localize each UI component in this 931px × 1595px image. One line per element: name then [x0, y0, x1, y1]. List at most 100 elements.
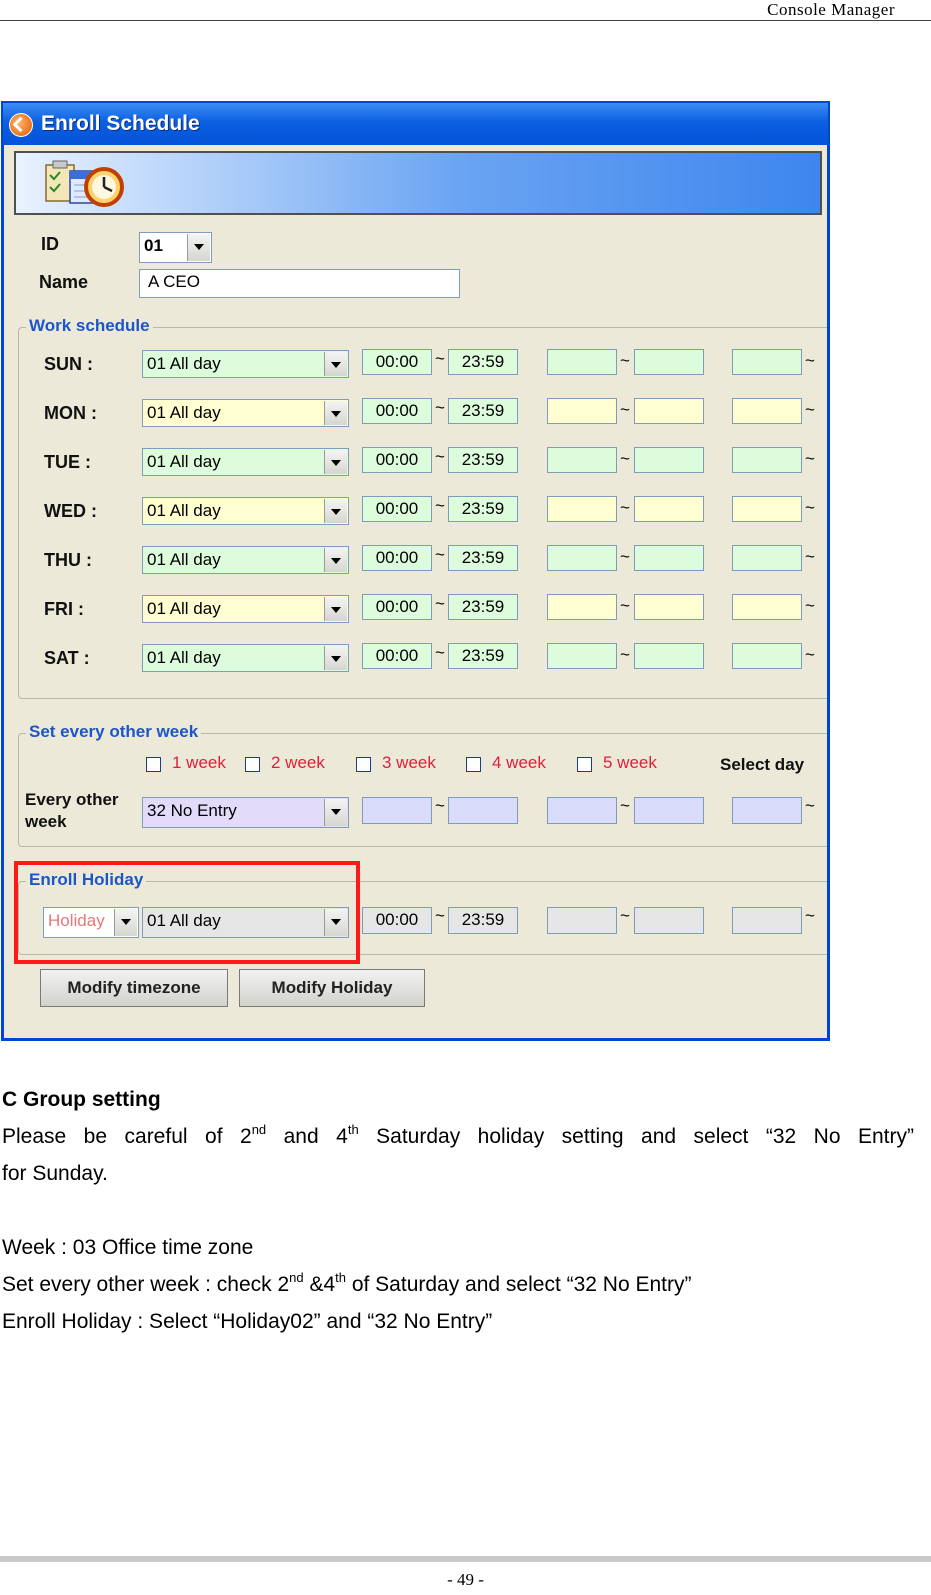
- id-label: ID: [41, 234, 59, 254]
- day-zone-select[interactable]: 01 All day: [142, 350, 349, 378]
- modify-holiday-button[interactable]: Modify Holiday: [239, 969, 425, 1007]
- other-week-end-2[interactable]: [634, 797, 704, 824]
- day-start-time-2[interactable]: [547, 447, 617, 473]
- day-start-time-2[interactable]: [547, 398, 617, 424]
- day-start-time[interactable]: 00:00: [362, 398, 432, 424]
- day-start-time-2[interactable]: [547, 496, 617, 522]
- tilde: ~: [620, 351, 630, 370]
- holiday-start-value: 00:00: [375, 910, 419, 929]
- week-checkbox[interactable]: [356, 757, 371, 772]
- chevron-down-icon[interactable]: [187, 234, 210, 261]
- holiday-start-3[interactable]: [732, 907, 802, 934]
- other-week-start-2[interactable]: [547, 797, 617, 824]
- tilde: ~: [435, 545, 445, 564]
- day-start-time-2[interactable]: [547, 594, 617, 620]
- name-input[interactable]: A CEO: [139, 269, 460, 298]
- chevron-down-icon[interactable]: [324, 499, 347, 523]
- day-end-time[interactable]: 23:59: [448, 643, 518, 669]
- day-end-value: 23:59: [461, 450, 505, 469]
- day-start-time-3[interactable]: [732, 594, 802, 620]
- other-week-start-3[interactable]: [732, 797, 802, 824]
- paragraph-1-line-1: Please be careful of 2nd and 4th Saturda…: [2, 1122, 915, 1148]
- day-start-time[interactable]: 00:00: [362, 447, 432, 473]
- tilde: ~: [435, 349, 445, 368]
- banner: [14, 151, 822, 215]
- day-end-time[interactable]: 23:59: [448, 545, 518, 571]
- day-zone-select[interactable]: 01 All day: [142, 497, 349, 525]
- day-label: SUN :: [44, 354, 93, 374]
- paragraph-1-line-2: for Sunday.: [2, 1162, 108, 1185]
- day-end-value: 23:59: [461, 548, 505, 567]
- other-week-zone-select[interactable]: 32 No Entry: [142, 797, 349, 828]
- week-checkbox[interactable]: [146, 757, 161, 772]
- day-end-time[interactable]: 23:59: [448, 447, 518, 473]
- day-start-time[interactable]: 00:00: [362, 496, 432, 522]
- tilde: ~: [805, 596, 815, 615]
- chevron-down-icon[interactable]: [324, 799, 347, 826]
- day-start-time-3[interactable]: [732, 545, 802, 571]
- day-start-time[interactable]: 00:00: [362, 545, 432, 571]
- day-zone-select[interactable]: 01 All day: [142, 644, 349, 672]
- id-select[interactable]: 01: [139, 232, 212, 263]
- day-start-time-2[interactable]: [547, 349, 617, 375]
- week-line: Week : 03 Office time zone: [2, 1236, 254, 1259]
- day-start-time-3[interactable]: [732, 398, 802, 424]
- other-week-end-1[interactable]: [448, 797, 518, 824]
- day-end-time[interactable]: 23:59: [448, 594, 518, 620]
- chevron-down-icon[interactable]: [324, 597, 347, 621]
- day-start-time-2[interactable]: [547, 545, 617, 571]
- page-number: - 49 -: [447, 1570, 484, 1589]
- day-end-time-2[interactable]: [634, 447, 704, 473]
- week-checkbox[interactable]: [577, 757, 592, 772]
- week-checkbox-label: 1 week: [172, 753, 226, 772]
- modify-timezone-button[interactable]: Modify timezone: [40, 969, 228, 1007]
- week-checkbox[interactable]: [466, 757, 481, 772]
- week-checkbox-label: 3 week: [382, 753, 436, 772]
- day-end-time[interactable]: 23:59: [448, 398, 518, 424]
- day-zone-select[interactable]: 01 All day: [142, 546, 349, 574]
- day-start-time-3[interactable]: [732, 349, 802, 375]
- chevron-down-icon[interactable]: [324, 646, 347, 670]
- day-start-time[interactable]: 00:00: [362, 643, 432, 669]
- other-week-start-1[interactable]: [362, 797, 432, 824]
- day-start-time[interactable]: 00:00: [362, 594, 432, 620]
- day-start-value: 00:00: [375, 597, 419, 616]
- week-checkbox-label: 2 week: [271, 753, 325, 772]
- day-start-time-3[interactable]: [732, 447, 802, 473]
- holiday-start-time[interactable]: 00:00: [362, 907, 432, 934]
- chevron-down-icon[interactable]: [324, 450, 347, 474]
- day-label: MON :: [44, 403, 97, 423]
- schedule-clock-icon: [45, 160, 124, 207]
- day-end-time[interactable]: 23:59: [448, 496, 518, 522]
- day-end-time-2[interactable]: [634, 349, 704, 375]
- day-zone-select[interactable]: 01 All day: [142, 399, 349, 427]
- day-start-time-3[interactable]: [732, 496, 802, 522]
- chevron-down-icon[interactable]: [324, 401, 347, 425]
- day-end-time[interactable]: 23:59: [448, 349, 518, 375]
- week-checkbox[interactable]: [245, 757, 260, 772]
- day-zone-select[interactable]: 01 All day: [142, 595, 349, 623]
- day-end-time-2[interactable]: [634, 398, 704, 424]
- day-zone-select[interactable]: 01 All day: [142, 448, 349, 476]
- day-start-time-2[interactable]: [547, 643, 617, 669]
- holiday-start-2[interactable]: [547, 907, 617, 934]
- name-label: Name: [39, 272, 89, 292]
- day-start-value: 00:00: [375, 548, 419, 567]
- day-end-time-2[interactable]: [634, 643, 704, 669]
- tilde: ~: [620, 547, 630, 566]
- tilde: ~: [620, 796, 630, 815]
- tilde: ~: [620, 596, 630, 615]
- holiday-end-2[interactable]: [634, 907, 704, 934]
- holiday-end-time[interactable]: 23:59: [448, 907, 518, 934]
- chevron-down-icon[interactable]: [324, 352, 347, 376]
- day-end-time-2[interactable]: [634, 496, 704, 522]
- day-start-time[interactable]: 00:00: [362, 349, 432, 375]
- day-end-time-2[interactable]: [634, 594, 704, 620]
- day-start-time-3[interactable]: [732, 643, 802, 669]
- day-end-time-2[interactable]: [634, 545, 704, 571]
- chevron-down-icon[interactable]: [324, 548, 347, 572]
- tilde: ~: [620, 645, 630, 664]
- tilde: ~: [805, 547, 815, 566]
- name-value: A CEO: [148, 272, 200, 291]
- title-bar[interactable]: Enroll Schedule: [3, 103, 828, 145]
